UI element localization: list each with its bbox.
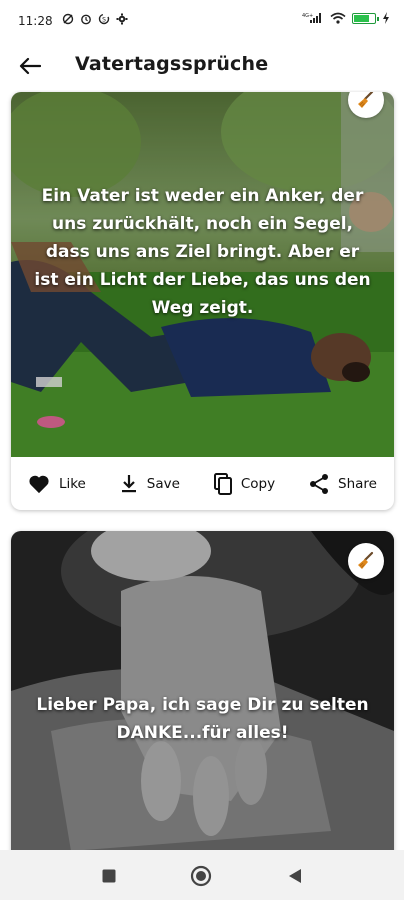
recents-button[interactable] (98, 865, 120, 887)
quote-card: Lieber Papa, ich sage Dir zu selten DANK… (11, 531, 394, 850)
copy-button[interactable]: Copy (213, 472, 276, 495)
like-button[interactable]: Like (28, 474, 86, 494)
home-circle-icon (190, 865, 212, 887)
save-label: Save (146, 475, 180, 492)
broom-icon (358, 551, 374, 569)
heart-icon (29, 475, 49, 493)
quote-card: Ein Vater ist weder ein Anker, der uns z… (11, 92, 394, 510)
share-button[interactable]: Share (309, 473, 377, 495)
status-time: 11:28 (18, 14, 53, 28)
quote-text: Ein Vater ist weder ein Anker, der uns z… (34, 186, 371, 318)
quote-image[interactable]: Ein Vater ist weder ein Anker, der uns z… (11, 92, 394, 457)
system-nav-bar (0, 850, 404, 900)
alarm-icon (81, 14, 91, 25)
copy-label: Copy (240, 475, 276, 492)
page-title: Vatertagssprüche (75, 53, 269, 75)
wifi-icon (330, 12, 346, 24)
charging-icon (383, 12, 389, 24)
network-type-label: 4G+ (302, 13, 313, 19)
home-button[interactable] (190, 865, 212, 887)
arrow-left-icon (19, 57, 41, 75)
status-bar: 11:28 S 4G+ (0, 0, 404, 44)
quote-feed[interactable]: Ein Vater ist weder ein Anker, der uns z… (0, 90, 404, 850)
back-button[interactable] (16, 52, 44, 80)
vpn-icon (62, 13, 74, 25)
card-actions: Like Save Copy Share (11, 457, 394, 510)
data-saver-icon: S (98, 13, 110, 25)
quote-text: Lieber Papa, ich sage Dir zu selten DANK… (36, 695, 369, 743)
share-icon (310, 473, 329, 494)
signal-icon: 4G+ (302, 13, 321, 23)
recents-square-icon (102, 869, 116, 883)
share-label: Share (338, 475, 377, 492)
download-icon (121, 474, 136, 492)
save-button[interactable]: Save (120, 474, 180, 494)
quote-image[interactable]: Lieber Papa, ich sage Dir zu selten DANK… (11, 531, 394, 850)
app-bar: Vatertagssprüche (0, 44, 404, 88)
edit-style-button[interactable] (348, 543, 384, 579)
status-icons-right: 4G+ (302, 12, 390, 24)
back-triangle-icon (289, 869, 301, 883)
battery-icon (352, 12, 379, 24)
status-icons-left: S (62, 13, 128, 25)
back-nav-button[interactable] (284, 865, 306, 887)
like-label: Like (58, 475, 86, 492)
settings-icon (116, 13, 128, 25)
copy-icon (213, 472, 232, 495)
svg-text:S: S (102, 17, 106, 24)
broom-icon (358, 92, 374, 108)
